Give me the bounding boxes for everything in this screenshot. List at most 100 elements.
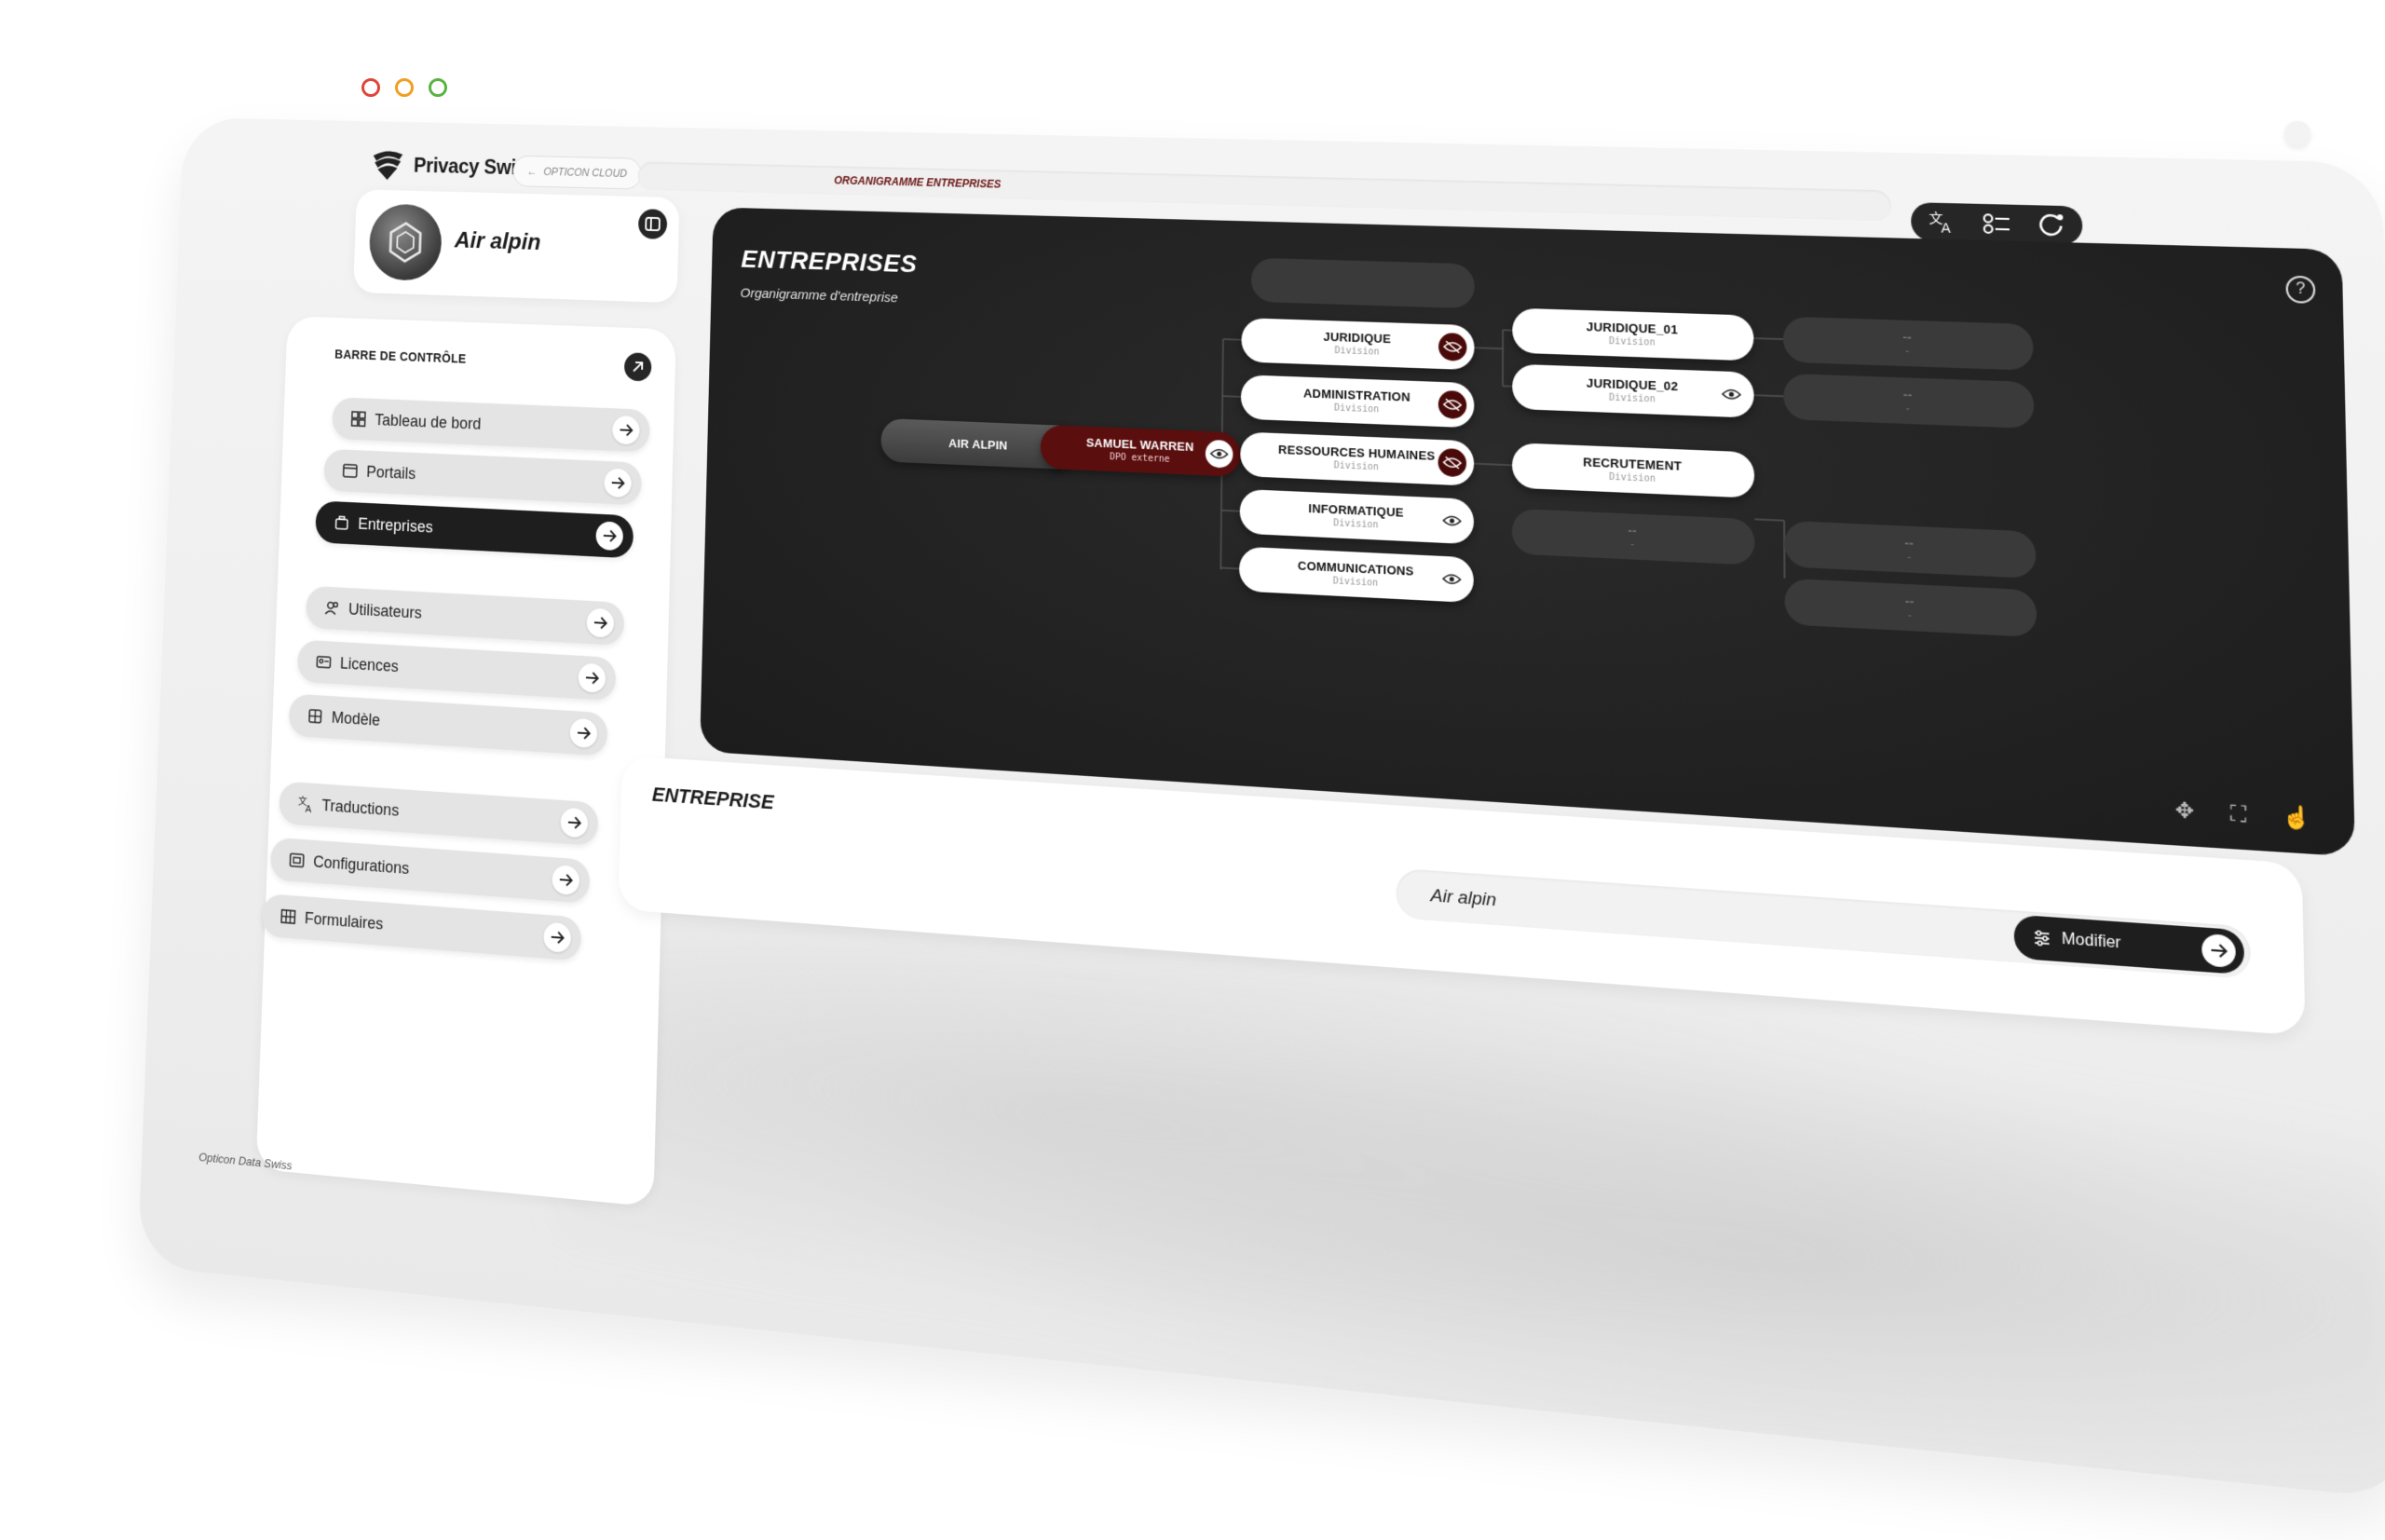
eye-off-icon[interactable]: [1438, 389, 1467, 420]
arrow-right-icon: [604, 468, 633, 498]
briefcase-icon: [334, 513, 350, 532]
settings-icon[interactable]: [1981, 211, 2011, 236]
back-button-label: OPTICON CLOUD: [543, 165, 628, 180]
org-node-subdivision-juridique-02[interactable]: JURIDIQUE_02 Division: [1512, 363, 1754, 418]
account-card: Air alpin: [353, 189, 680, 304]
org-node-subdivision-juridique-01[interactable]: JURIDIQUE_01 Division: [1512, 307, 1754, 361]
arrow-right-icon: [2201, 933, 2236, 969]
sidebar-item-modele[interactable]: Modèle: [288, 693, 608, 756]
sidebar-item-utilisateurs[interactable]: Utilisateurs: [305, 585, 625, 647]
svg-text:A: A: [1941, 222, 1950, 235]
modify-button-label: Modifier: [2061, 930, 2121, 952]
sidebar-item-label: Utilisateurs: [348, 599, 423, 622]
arrow-right-icon: [560, 807, 589, 838]
sidebar-item-portails[interactable]: Portails: [323, 448, 643, 506]
org-node-subtitle: -: [1903, 346, 1911, 357]
org-node-subtitle: Division: [1334, 346, 1380, 358]
arrow-right-icon: [552, 865, 580, 896]
org-chart-panel: ENTREPRISES Organigramme d'entreprise ?: [700, 207, 2355, 857]
org-node-title: RECRUTEMENT: [1583, 455, 1683, 473]
template-icon: [307, 707, 323, 726]
entreprise-name-value: Air alpin: [1430, 885, 1497, 911]
sidebar-item-label: Configurations: [312, 852, 410, 878]
org-node-title: RESSOURCES HUMAINES: [1278, 442, 1436, 463]
org-node-title: --: [1902, 387, 1913, 402]
org-node-division-administration[interactable]: ADMINISTRATION Division: [1240, 375, 1475, 429]
org-node-title: JURIDIQUE_02: [1586, 375, 1679, 394]
eye-off-icon[interactable]: [1438, 447, 1467, 478]
org-node-subtitle: -: [1906, 610, 1914, 621]
translate-icon[interactable]: 文 A: [1927, 210, 1957, 235]
org-node-title: AIR ALPIN: [948, 435, 1008, 453]
org-node-title: JURIDIQUE_01: [1586, 320, 1679, 337]
svg-text:A: A: [305, 804, 312, 814]
sidebar-item-label: Entreprises: [358, 514, 434, 536]
company-logo-icon: [368, 203, 443, 281]
sidebar-item-label: Licences: [339, 653, 400, 675]
logo-icon: [373, 150, 403, 181]
window-icon: [342, 462, 359, 480]
id-card-icon: [315, 653, 332, 672]
dashboard-icon: [350, 410, 367, 428]
entreprise-title: ENTREPRISE: [651, 783, 774, 814]
arrow-up-right-icon: [624, 352, 652, 381]
breadcrumb-text: ORGANIGRAMME ENTREPRISES: [834, 173, 1002, 191]
org-node-dpo[interactable]: SAMUEL WARREN DPO externe: [1040, 424, 1241, 477]
org-node-title: SAMUEL WARREN: [1085, 435, 1194, 455]
sidebar-item-label: Traductions: [321, 796, 400, 820]
arrow-right-icon: [586, 607, 615, 638]
sidebar-item-traductions[interactable]: 文A Traductions: [278, 781, 599, 847]
org-node-title: JURIDIQUE: [1323, 329, 1392, 347]
org-node-subtitle: -: [1629, 538, 1636, 551]
avatar: [368, 203, 443, 282]
sidebar-expand-button[interactable]: [623, 352, 652, 382]
entreprise-name-field[interactable]: Air alpin Modifier: [1396, 867, 2252, 980]
org-node-subtitle: Division: [1608, 335, 1656, 348]
back-button[interactable]: ← OPTICON CLOUD: [512, 155, 642, 190]
sidebar-item-formulaires[interactable]: Formulaires: [261, 893, 582, 961]
translate-icon: 文A: [298, 795, 312, 814]
org-node-title: --: [1904, 593, 1915, 609]
grid-icon: [279, 907, 296, 926]
eye-off-icon[interactable]: [1438, 332, 1467, 361]
account-name: Air alpin: [454, 226, 541, 255]
org-node-subtitle: Division: [1333, 402, 1380, 416]
users-icon: [323, 599, 340, 618]
modify-button[interactable]: Modifier: [2013, 914, 2245, 975]
org-node-title: INFORMATIQUE: [1308, 501, 1404, 520]
org-node-title: --: [1902, 329, 1913, 345]
panel-toggle-button[interactable]: [637, 209, 668, 239]
org-node-title: ADMINISTRATION: [1303, 386, 1411, 404]
arrow-right-icon: [569, 717, 598, 749]
sidebar-item-label: Portails: [366, 462, 416, 483]
org-node-subtitle: -: [1904, 403, 1912, 415]
sidebar-item-label: Tableau de bord: [374, 410, 482, 433]
move-icon[interactable]: ✥: [2174, 797, 2194, 825]
pointer-icon[interactable]: ☝: [2283, 804, 2312, 832]
eye-icon[interactable]: [1716, 379, 1747, 410]
org-node-subtitle: Division: [1332, 576, 1379, 589]
eye-icon[interactable]: [1205, 439, 1233, 469]
org-node-division-juridique[interactable]: JURIDIQUE Division: [1241, 318, 1475, 371]
org-node-subtitle: DPO externe: [1109, 452, 1170, 465]
sidebar-item-entreprises[interactable]: Entreprises: [315, 500, 634, 559]
brand: Privacy Swiss: [369, 147, 537, 185]
org-node-placeholder[interactable]: -- -: [1782, 316, 2034, 371]
sidebar-item-licences[interactable]: Licences: [296, 639, 617, 702]
sidebar-item-label: Modèle: [331, 707, 381, 729]
org-node-subtitle: Division: [1608, 392, 1656, 405]
org-node-placeholder[interactable]: -- -: [1783, 373, 2035, 429]
org-node-subtitle: -: [1905, 552, 1913, 564]
fullscreen-icon[interactable]: ⛶: [2229, 800, 2246, 827]
org-node-placeholder: [1250, 257, 1475, 309]
sidebar-item-configurations[interactable]: Configurations: [269, 837, 591, 904]
org-node-subtitle: Division: [1333, 460, 1379, 473]
sidebar-item-tableau-de-bord[interactable]: Tableau de bord: [332, 397, 650, 453]
eye-icon[interactable]: [1438, 506, 1466, 536]
arrow-right-icon: [611, 415, 640, 445]
refresh-icon[interactable]: [2036, 211, 2066, 238]
eye-icon[interactable]: [1437, 564, 1466, 594]
org-node-title: --: [1904, 535, 1915, 551]
org-node-subtitle: Division: [1333, 518, 1379, 531]
sidebar-item-label: Formulaires: [304, 908, 384, 933]
